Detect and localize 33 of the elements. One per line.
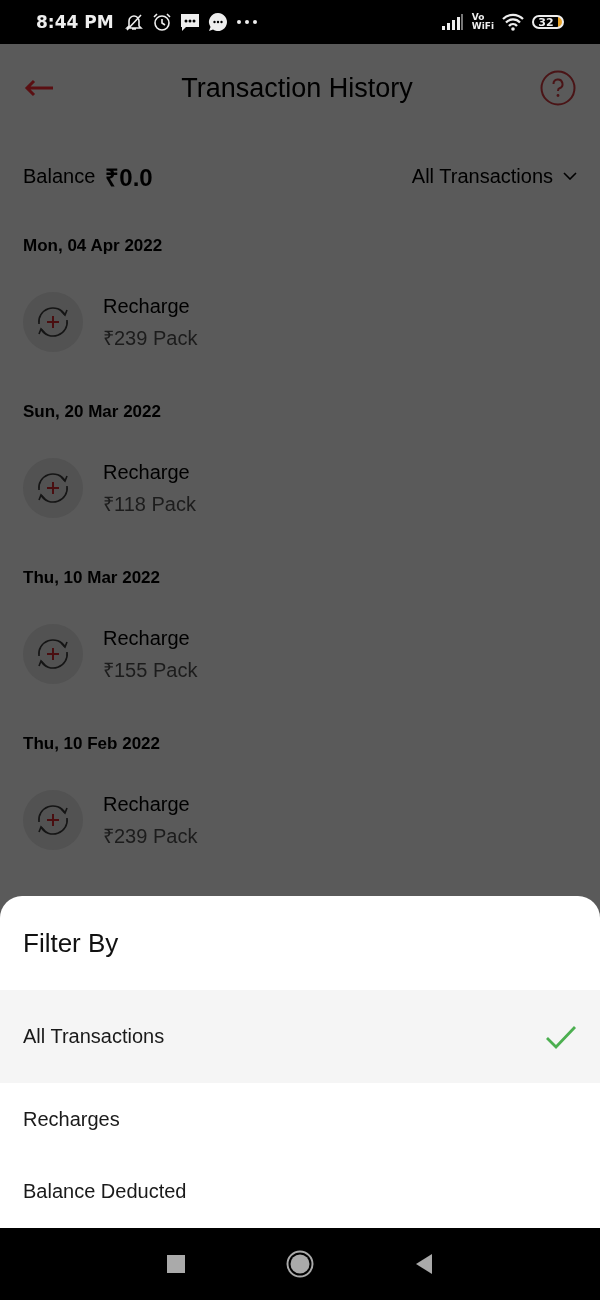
- wifi-icon: [502, 13, 524, 31]
- transaction-title: Recharge: [103, 294, 191, 319]
- vowifi-label: Vo: [471, 13, 486, 22]
- vowifi-label: WiFi: [471, 22, 494, 31]
- battery-indicator: 32: [532, 15, 564, 29]
- status-time: 8:44 PM: [36, 12, 114, 32]
- recents-button-icon[interactable]: [166, 1254, 186, 1274]
- balance-amount: ₹0.0: [105, 162, 153, 193]
- check-icon: [545, 1024, 577, 1049]
- date-heading: Thu, 10 Feb 2022: [23, 733, 161, 755]
- chat-bubble-icon: [207, 12, 228, 32]
- more-icon: [235, 19, 258, 25]
- home-button-icon[interactable]: [286, 1250, 314, 1278]
- transaction-title: Recharge: [103, 460, 191, 485]
- page-title: Transaction History: [180, 72, 414, 104]
- filter-option[interactable]: All Transactions: [0, 990, 600, 1083]
- balance-label: Balance: [23, 164, 96, 188]
- sheet-title: Filter By: [22, 926, 120, 960]
- message-icon: [179, 12, 200, 32]
- transaction-amount: ₹239 Pack: [103, 326, 198, 351]
- transaction-title: Recharge: [103, 626, 191, 651]
- transaction-amount: ₹118 Pack: [103, 492, 196, 517]
- alarm-icon: [151, 12, 172, 32]
- signal-icon: [441, 14, 464, 30]
- transaction-amount: ₹239 Pack: [103, 824, 198, 849]
- transaction-amount: ₹155 Pack: [103, 658, 198, 683]
- date-heading: Mon, 04 Apr 2022: [23, 235, 164, 257]
- date-heading: Sun, 20 Mar 2022: [23, 401, 162, 423]
- chevron-down-icon: [563, 172, 577, 180]
- date-heading: Thu, 10 Mar 2022: [23, 567, 161, 589]
- muted-bell-icon: [123, 12, 144, 32]
- transaction-title: Recharge: [103, 792, 191, 817]
- back-button-icon[interactable]: [414, 1253, 434, 1275]
